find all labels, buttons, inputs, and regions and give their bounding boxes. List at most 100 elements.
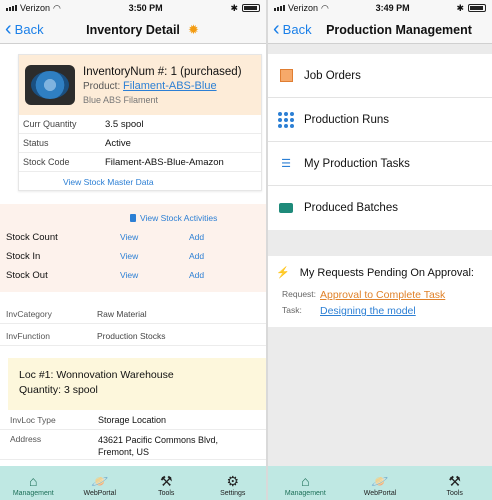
tools-icon: ⚒	[448, 473, 461, 489]
task-link[interactable]: Designing the model	[320, 305, 416, 317]
nav-bar: ‹ Back Production Management	[268, 16, 492, 44]
field-label: Status	[23, 138, 49, 148]
production-management-screen: Verizon ◠ 3:49 PM ✱ ‹ Back Production Ma…	[268, 0, 492, 500]
grid-dots-icon	[268, 111, 304, 128]
signal-icon	[274, 5, 285, 11]
field-value: 43621 Pacific Commons Blvd, Fremont, US	[98, 435, 219, 457]
menu-item-my-production-tasks[interactable]: ☰ My Production Tasks	[268, 142, 492, 186]
stock-row-label: Stock Count	[6, 232, 58, 243]
menu-list: Job Orders Production Runs ☰ My Producti…	[268, 54, 492, 230]
product-subtitle: Blue ABS Filament	[83, 94, 159, 105]
clock: 3:49 PM	[375, 3, 410, 13]
back-button[interactable]: ‹ Back	[0, 17, 44, 40]
stock-section: View Stock Activities Stock Count View A…	[0, 204, 266, 292]
inv-field-row: InvFunction Production Stocks	[0, 326, 266, 346]
field-value: Storage Location	[98, 414, 167, 425]
nav-bar: ‹ Back Inventory Detail ✹	[0, 16, 266, 44]
battery-icon	[467, 4, 486, 12]
document-icon	[130, 214, 136, 222]
field-row: Curr Quantity 3.5 spool	[19, 115, 261, 134]
field-label: InvCategory	[6, 308, 52, 319]
add-button[interactable]: Add	[189, 251, 204, 262]
planet-icon: 🪐	[91, 473, 109, 489]
planet-icon: 🪐	[371, 473, 389, 489]
tab-management[interactable]: ⌂ Management	[0, 466, 67, 500]
tools-icon: ⚒	[159, 473, 173, 489]
view-button[interactable]: View	[120, 232, 189, 243]
tab-tools[interactable]: ⚒ Tools	[417, 466, 492, 500]
home-icon: ⌂	[29, 473, 38, 489]
location-title: Loc #1: Wonnovation Warehouse	[19, 369, 174, 381]
bluetooth-icon: ✱	[456, 2, 464, 13]
back-label: Back	[14, 22, 44, 37]
view-stock-master-link[interactable]: View Stock Master Data	[19, 172, 261, 190]
request-link[interactable]: Approval to Complete Task	[320, 289, 445, 301]
pending-title: My Requests Pending On Approval:	[299, 266, 474, 279]
field-label: InvLoc Type	[10, 414, 56, 425]
add-button[interactable]: Add	[189, 232, 204, 243]
tab-label: Management	[284, 490, 326, 497]
tab-settings[interactable]: ⚙ Settings	[200, 466, 267, 500]
field-value: Production Stocks	[97, 330, 166, 341]
activities-label: View Stock Activities	[140, 213, 218, 223]
location-field-row: InvLoc Type Storage Location	[0, 410, 266, 430]
status-bar: Verizon ◠ 3:50 PM ✱	[0, 0, 266, 16]
menu-item-job-orders[interactable]: Job Orders	[268, 54, 492, 98]
field-label: Curr Quantity	[23, 119, 77, 129]
status-bar: Verizon ◠ 3:49 PM ✱	[268, 0, 492, 16]
back-label: Back	[282, 22, 312, 37]
tab-bar: ⌂ Management 🪐 WebPortal ⚒ Tools ⚙ Setti…	[0, 466, 266, 500]
back-button[interactable]: ‹ Back	[268, 19, 312, 39]
bluetooth-icon: ✱	[230, 2, 238, 13]
location-card[interactable]: Loc #1: Wonnovation Warehouse Quantity: …	[8, 358, 266, 410]
product-link[interactable]: Filament-ABS-Blue	[123, 80, 217, 92]
inventory-number: InventoryNum #: 1 (purchased)	[83, 65, 242, 78]
view-button[interactable]: View	[120, 270, 189, 281]
tab-label: Management	[12, 490, 54, 497]
menu-label: Job Orders	[304, 69, 361, 82]
tab-webportal[interactable]: 🪐 WebPortal	[67, 466, 134, 500]
tab-label: Settings	[220, 490, 246, 497]
tray-icon	[268, 203, 304, 213]
menu-item-production-runs[interactable]: Production Runs	[268, 98, 492, 142]
signal-icon	[6, 5, 17, 11]
carrier-label: Verizon	[288, 3, 319, 13]
task-label: Task:	[282, 305, 302, 315]
pending-approvals: ⚡ My Requests Pending On Approval: Reque…	[268, 256, 492, 327]
field-label: Stock Code	[23, 157, 70, 167]
sun-icon[interactable]: ✹	[188, 22, 199, 38]
tab-webportal[interactable]: 🪐 WebPortal	[343, 466, 418, 500]
tab-management[interactable]: ⌂ Management	[268, 466, 343, 500]
tab-label: Tools	[158, 490, 175, 497]
stock-row: Stock In View Add	[6, 251, 246, 262]
stock-row: Stock Count View Add	[6, 232, 246, 243]
clock: 3:50 PM	[128, 3, 163, 13]
stock-row: Stock Out View Add	[6, 270, 246, 281]
inv-field-row: InvCategory Raw Material	[0, 304, 266, 324]
product-header: InventoryNum #: 1 (purchased) Product: F…	[19, 55, 261, 115]
settings-icon: ⚙	[226, 473, 240, 489]
wifi-icon: ◠	[321, 2, 329, 13]
inventory-detail-screen: Verizon ◠ 3:50 PM ✱ ‹ Back Inventory Det…	[0, 0, 266, 500]
tab-tools[interactable]: ⚒ Tools	[133, 466, 200, 500]
tab-label: WebPortal	[363, 490, 397, 497]
inventory-fields: InvCategory Raw Material InvFunction Produ…	[0, 304, 266, 346]
field-label: Address	[10, 434, 42, 444]
menu-item-produced-batches[interactable]: Produced Batches	[268, 186, 492, 230]
chevron-left-icon: ‹	[5, 17, 12, 40]
home-icon: ⌂	[301, 473, 310, 489]
field-row: Status Active	[19, 134, 261, 153]
add-button[interactable]: Add	[189, 270, 204, 281]
bolt-icon: ⚡	[276, 267, 290, 279]
view-button[interactable]: View	[120, 251, 189, 262]
task-row: Task: Designing the model	[276, 305, 492, 317]
tab-label: Tools	[446, 490, 463, 497]
stock-row-label: Stock In	[6, 251, 41, 262]
location-field-row: Address 43621 Pacific Commons Blvd, Frem…	[0, 430, 266, 460]
view-stock-activities-link[interactable]: View Stock Activities	[130, 213, 217, 223]
carrier-label: Verizon	[20, 3, 51, 13]
list-box-icon	[268, 69, 304, 82]
menu-label: Produced Batches	[304, 202, 398, 214]
tab-label: WebPortal	[83, 490, 117, 497]
field-value: Raw Material	[97, 308, 147, 319]
